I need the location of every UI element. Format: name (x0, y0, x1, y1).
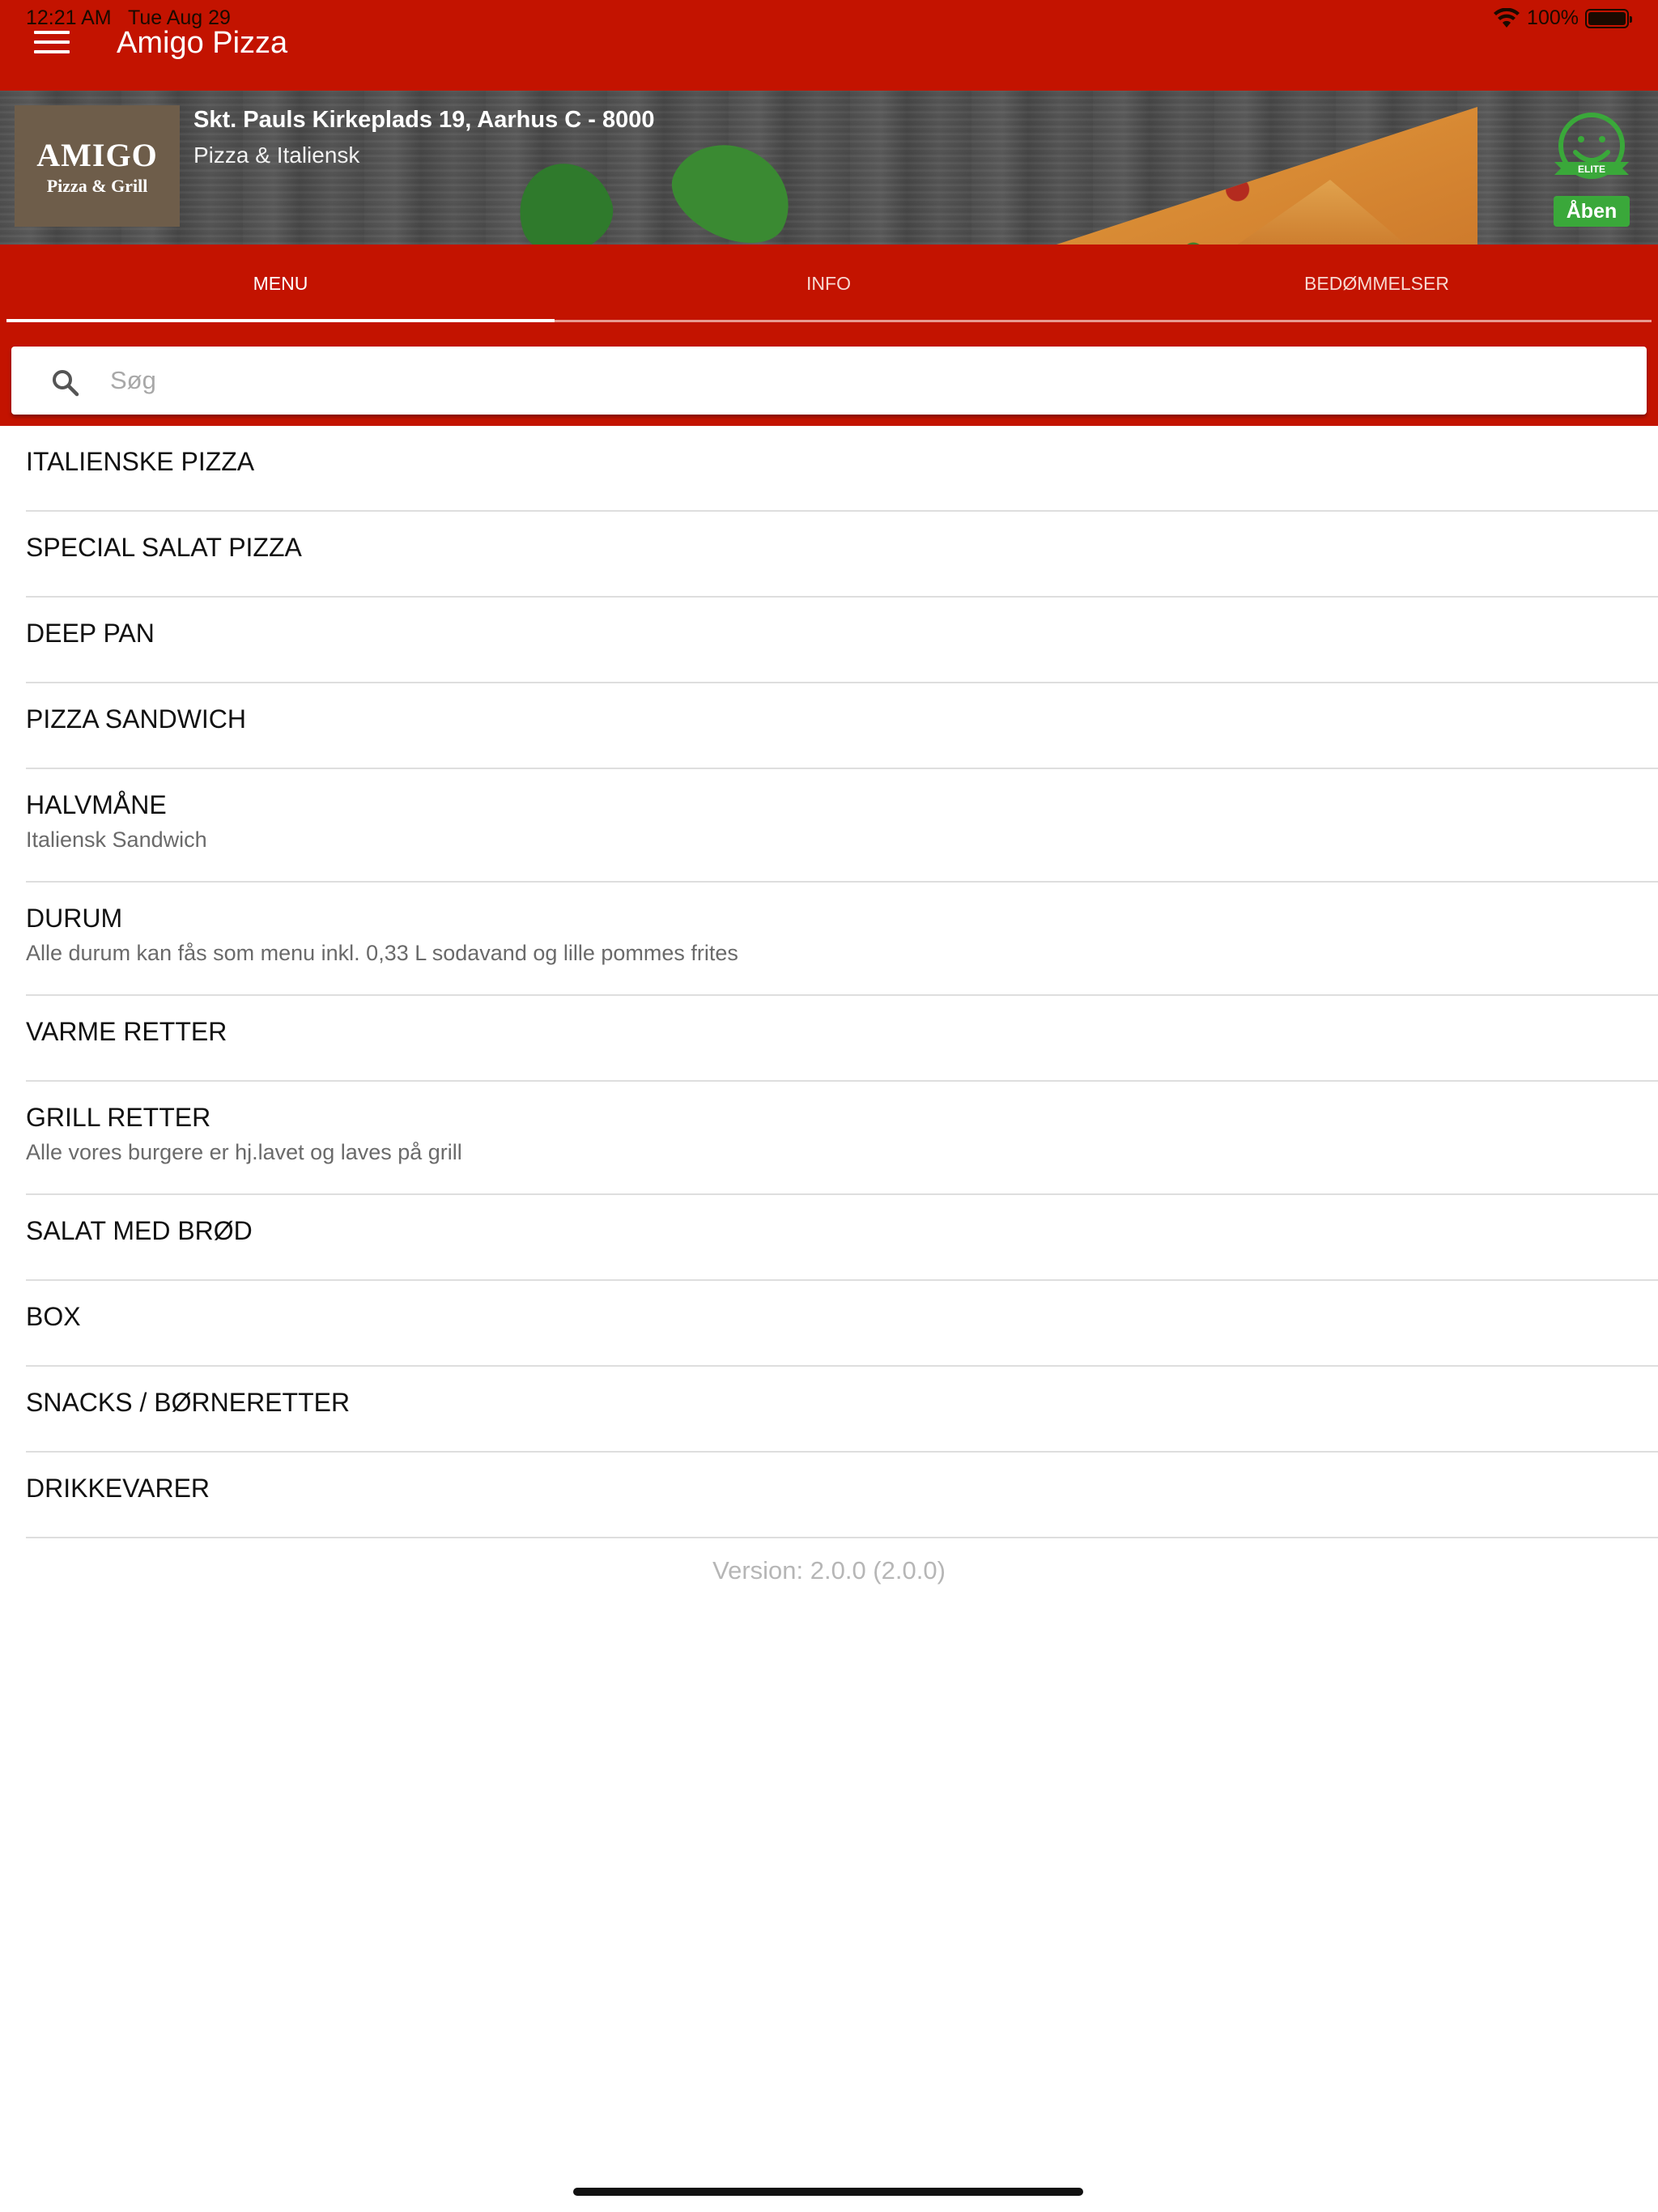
list-item[interactable]: SPECIAL SALAT PIZZA (26, 512, 1658, 598)
list-item[interactable]: ITALIENSKE PIZZA (26, 426, 1658, 512)
restaurant-banner: AMIGO Pizza & Grill Skt. Pauls Kirkeplad… (0, 91, 1658, 245)
category-title: SALAT MED BRØD (26, 1216, 253, 1245)
restaurant-category: Pizza & Italiensk (193, 143, 360, 168)
app-bar: 12:21 AM Tue Aug 29 100% Amigo Pizza (0, 0, 1658, 91)
list-item[interactable]: PIZZA SANDWICH (26, 683, 1658, 769)
status-time: 12:21 AM (26, 6, 112, 29)
search-input[interactable] (110, 358, 1616, 403)
category-description: Alle durum kan fås som menu inkl. 0,33 L… (26, 941, 738, 965)
status-right: 100% (1493, 6, 1632, 30)
tab-info[interactable]: INFO (555, 245, 1103, 322)
category-title: DEEP PAN (26, 619, 155, 648)
restaurant-logo: AMIGO Pizza & Grill (15, 105, 180, 227)
home-indicator[interactable] (573, 2188, 1083, 2196)
battery-percent: 100% (1527, 6, 1579, 29)
wifi-icon (1494, 7, 1520, 28)
list-item[interactable]: GRILL RETTER Alle vores burgere er hj.la… (26, 1082, 1658, 1195)
category-description: Alle vores burgere er hj.lavet og laves … (26, 1140, 462, 1164)
logo-text-main: AMIGO (36, 136, 158, 173)
list-item[interactable]: SNACKS / BØRNERETTER (26, 1367, 1658, 1453)
list-item[interactable]: VARME RETTER (26, 996, 1658, 1082)
tab-bar: MENU INFO BEDØMMELSER (0, 245, 1658, 323)
category-title: BOX (26, 1302, 81, 1331)
tab-reviews[interactable]: BEDØMMELSER (1103, 245, 1651, 322)
restaurant-address: Skt. Pauls Kirkeplads 19, Aarhus C - 800… (193, 107, 655, 133)
category-title: VARME RETTER (26, 1017, 227, 1046)
tab-menu[interactable]: MENU (6, 245, 555, 322)
version-label: Version: 2.0.0 (2.0.0) (712, 1556, 946, 1585)
list-item[interactable]: DEEP PAN (26, 598, 1658, 683)
category-title: HALVMÅNE (26, 790, 167, 819)
category-description: Italiensk Sandwich (26, 827, 207, 852)
list-item[interactable]: HALVMÅNE Italiensk Sandwich (26, 769, 1658, 883)
list-item[interactable]: DRIKKEVARER (26, 1453, 1658, 1538)
logo-text-sub: Pizza & Grill (46, 175, 148, 196)
category-title: SNACKS / BØRNERETTER (26, 1388, 351, 1417)
app-title: Amigo Pizza (117, 26, 288, 60)
category-title: DURUM (26, 904, 123, 933)
hamburger-menu-icon[interactable] (34, 31, 70, 57)
category-title: GRILL RETTER (26, 1103, 211, 1132)
open-status-badge: Åben (1554, 196, 1630, 227)
svg-text:ELITE: ELITE (1578, 164, 1605, 175)
list-item[interactable]: BOX (26, 1281, 1658, 1367)
search-bar[interactable] (11, 347, 1647, 415)
battery-icon (1585, 8, 1632, 28)
category-title: DRIKKEVARER (26, 1474, 210, 1503)
category-title: PIZZA SANDWICH (26, 704, 247, 734)
elite-smiley-icon[interactable]: ELITE (1543, 108, 1640, 198)
menu-category-list: ITALIENSKE PIZZA SPECIAL SALAT PIZZA DEE… (26, 426, 1658, 1538)
category-title: SPECIAL SALAT PIZZA (26, 533, 302, 562)
search-icon (53, 370, 79, 397)
category-title: ITALIENSKE PIZZA (26, 447, 255, 476)
list-item[interactable]: DURUM Alle durum kan fås som menu inkl. … (26, 883, 1658, 996)
list-item[interactable]: SALAT MED BRØD (26, 1195, 1658, 1281)
